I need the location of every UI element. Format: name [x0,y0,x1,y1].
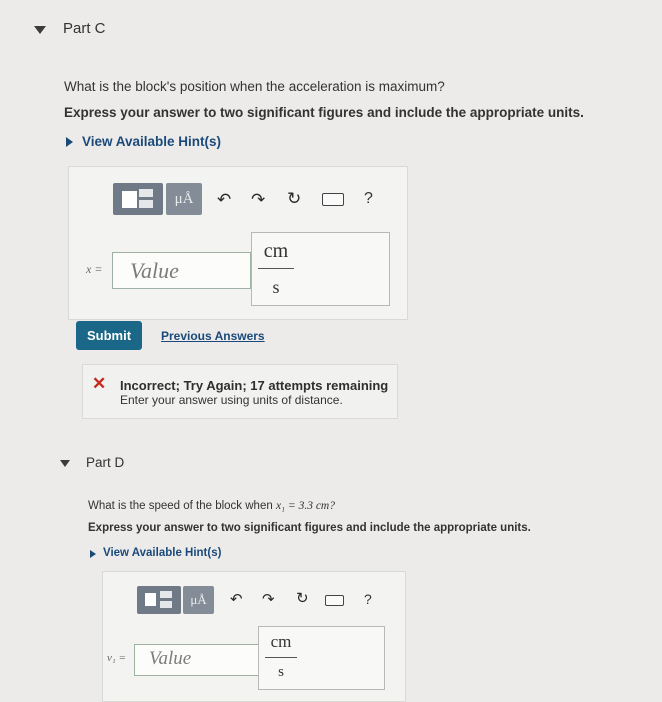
reset-icon[interactable]: ↻ [287,190,301,207]
part-c-unit-box[interactable]: cm s [251,232,390,306]
part-d-title[interactable]: Part D [86,455,124,470]
part-d-question-var: x₁ = 3.3 cm? [275,500,335,512]
undo-icon[interactable]: ↶ [217,191,231,208]
part-d-units-icon: μÅ [190,592,207,607]
part-d-variable-label: v₁ = [107,652,126,664]
part-d-help-icon[interactable]: ? [364,591,372,607]
previous-answers-link[interactable]: Previous Answers [161,329,265,343]
part-c-value-placeholder: Value [130,258,179,283]
part-c-instruction: Express your answer to two significant f… [64,105,584,120]
part-c-value-input[interactable]: Value [112,252,251,289]
units-button[interactable]: μÅ [166,183,202,215]
part-d-unit-numerator: cm [270,632,292,651]
part-c-question: What is the block's position when the ac… [64,79,445,94]
part-d-unit-box[interactable]: cm s [258,626,385,690]
units-icon: μÅ [174,191,194,207]
part-c-hint-caret-icon[interactable] [66,137,73,147]
part-d-instruction: Express your answer to two significant f… [88,522,531,534]
part-d-keyboard-icon[interactable] [325,595,344,606]
templates-icon [122,191,137,208]
part-c-fraction-bar [258,268,294,269]
redo-icon[interactable]: ↷ [251,191,265,208]
part-d-undo-icon[interactable]: ↶ [230,592,243,607]
part-c-title[interactable]: Part C [63,20,106,37]
part-c-feedback-message: Enter your answer using units of distanc… [120,393,343,407]
part-d-value-input[interactable]: Value [134,644,259,676]
part-d-templates-button[interactable] [137,586,181,614]
part-c-unit-numerator: cm [263,240,289,262]
part-d-fraction-bar [265,657,297,658]
submit-button[interactable]: Submit [76,321,142,350]
part-d-units-button[interactable]: μÅ [183,586,214,614]
templates-button[interactable] [113,183,163,215]
part-d-question: What is the speed of the block when x₁ =… [88,500,335,512]
part-d-templates-icon [145,593,156,606]
part-d-hint-link[interactable]: View Available Hint(s) [103,547,221,559]
part-d-reset-icon[interactable]: ↻ [296,591,309,606]
help-icon[interactable]: ? [364,190,373,208]
part-d-collapse-icon[interactable] [60,460,70,467]
keyboard-icon[interactable] [322,193,344,206]
part-d-hint-caret-icon[interactable] [90,550,96,558]
part-d-value-placeholder: Value [149,648,192,669]
part-c-collapse-icon[interactable] [34,26,46,34]
part-d-redo-icon[interactable]: ↷ [262,592,275,607]
part-c-feedback-title: Incorrect; Try Again; 17 attempts remain… [120,378,389,393]
incorrect-icon: ✕ [92,374,107,393]
part-c-unit-denominator: s [272,277,280,297]
part-c-hint-link[interactable]: View Available Hint(s) [82,134,221,149]
part-d-unit-denominator: s [278,664,284,680]
part-c-variable-label: x = [86,262,103,276]
part-d-question-text: What is the speed of the block when [88,500,273,512]
